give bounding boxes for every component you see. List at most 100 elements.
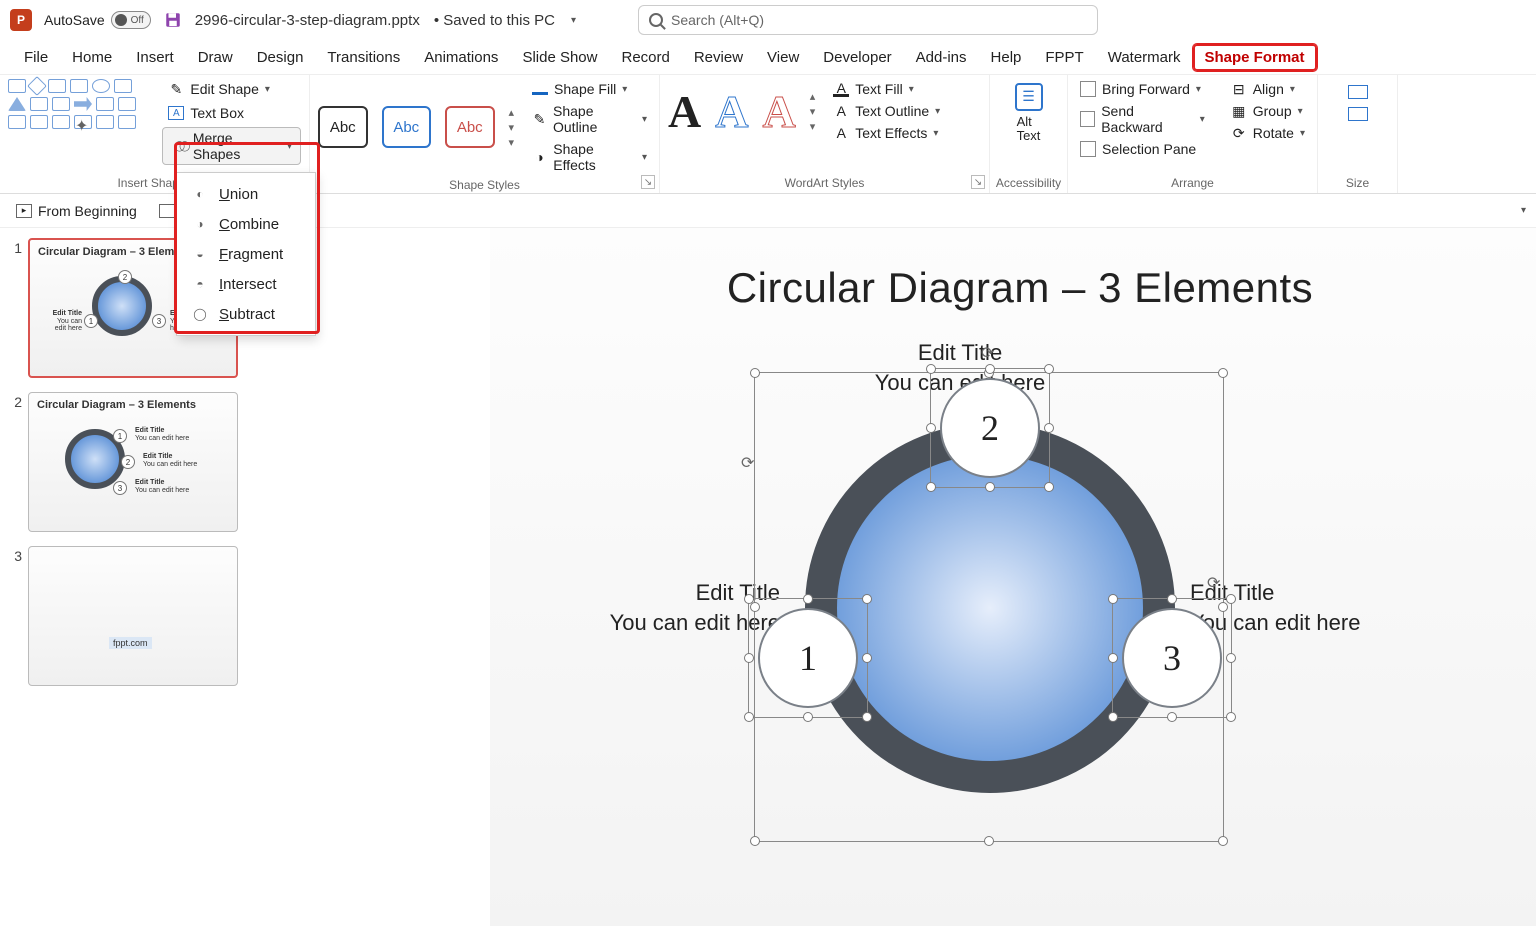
group-button[interactable]: ▦Group▾	[1227, 101, 1309, 121]
style-swatch-blue[interactable]: Abc	[382, 106, 432, 148]
selection-box-node1[interactable]	[748, 598, 868, 718]
tab-transitions[interactable]: Transitions	[315, 44, 412, 71]
bring-forward-button[interactable]: Bring Forward▾	[1076, 79, 1209, 99]
group-size: Size	[1318, 75, 1398, 193]
tab-home[interactable]: Home	[60, 44, 124, 71]
merge-shapes-icon	[171, 138, 186, 154]
merge-subtract[interactable]: ◯Subtract	[177, 299, 315, 329]
send-backward-button[interactable]: Send Backward▾	[1076, 101, 1209, 137]
tab-draw[interactable]: Draw	[186, 44, 245, 71]
edit-shape-button[interactable]: ✎ Edit Shape ▾	[162, 79, 301, 99]
wordart-A-blue[interactable]: A	[715, 85, 748, 138]
shape-outline-button[interactable]: ✎Shape Outline▾	[528, 101, 651, 137]
wordart-A-red[interactable]: A	[762, 85, 795, 138]
thumbnail-slide-3[interactable]: fppt.com	[28, 546, 238, 686]
merge-union[interactable]: ◐Union	[177, 179, 315, 209]
rotate-handle-icon[interactable]: ⟳	[981, 343, 999, 361]
text-outline-icon: A	[833, 103, 849, 119]
gallery-more-icon[interactable]: ▾	[509, 136, 515, 149]
slide-zoom-icon	[159, 204, 175, 218]
group-icon: ▦	[1231, 103, 1247, 119]
height-icon[interactable]	[1348, 85, 1368, 99]
autosave-toggle[interactable]: AutoSave Off	[44, 11, 151, 29]
intersect-icon: ◓	[191, 275, 209, 293]
slide-canvas[interactable]: Circular Diagram – 3 Elements Edit Title…	[260, 228, 1536, 926]
tab-record[interactable]: Record	[609, 44, 681, 71]
tab-developer[interactable]: Developer	[811, 44, 903, 71]
style-swatch-black[interactable]: Abc	[318, 106, 368, 148]
rotate-button[interactable]: ⟳Rotate▾	[1227, 123, 1309, 143]
group-label-arrange: Arrange	[1076, 173, 1309, 191]
fragment-icon: ◒	[191, 245, 209, 263]
diagram-group[interactable]: 1 2 3 ⟳ ⟳	[780, 398, 1200, 818]
search-input[interactable]: Search (Alt+Q)	[638, 5, 1098, 35]
file-status: • Saved to this PC	[434, 12, 555, 29]
gallery-down-icon[interactable]: ▾	[509, 121, 515, 134]
tab-watermark[interactable]: Watermark	[1096, 44, 1193, 71]
text-box-icon: A	[168, 106, 184, 120]
alt-text-button[interactable]: ☰ Alt Text	[1009, 79, 1049, 148]
ribbon-tabs: File Home Insert Draw Design Transitions…	[0, 40, 1536, 74]
text-box-button[interactable]: A Text Box	[162, 103, 301, 123]
merge-shapes-button[interactable]: Merge Shapes ▾	[162, 127, 301, 165]
merge-fragment[interactable]: ◒Fragment	[177, 239, 315, 269]
style-swatch-red[interactable]: Abc	[445, 106, 495, 148]
merge-combine[interactable]: ◑Combine	[177, 209, 315, 239]
selection-box-node3[interactable]: ⟳	[1112, 598, 1232, 718]
tab-help[interactable]: Help	[979, 44, 1034, 71]
group-label-wordart: WordArt Styles	[668, 173, 981, 191]
wordart-A-black[interactable]: A	[668, 85, 701, 138]
wordart-more-icon[interactable]: ▾	[810, 120, 816, 133]
tab-slide-show[interactable]: Slide Show	[510, 44, 609, 71]
slide[interactable]: Circular Diagram – 3 Elements Edit Title…	[490, 228, 1536, 926]
group-label-shape-styles: Shape Styles	[318, 175, 651, 193]
gallery-up-icon[interactable]: ▴	[509, 106, 515, 119]
tab-view[interactable]: View	[755, 44, 811, 71]
tab-review[interactable]: Review	[682, 44, 755, 71]
app-icon: P	[10, 9, 32, 31]
selection-box-node2[interactable]: ⟳	[930, 368, 1050, 488]
tab-fppt[interactable]: FPPT	[1033, 44, 1095, 71]
save-icon[interactable]	[163, 10, 183, 30]
shape-fill-button[interactable]: Shape Fill▾	[528, 79, 651, 99]
pen-icon: ✎	[532, 111, 547, 127]
align-button[interactable]: ⊟Align▾	[1227, 79, 1309, 99]
rotate-icon: ⟳	[1231, 125, 1247, 141]
thumb-number: 2	[8, 392, 22, 532]
file-title[interactable]: 2996-circular-3-step-diagram.pptx	[195, 12, 420, 29]
chevron-down-icon[interactable]: ▾	[571, 15, 576, 26]
width-icon[interactable]	[1348, 107, 1368, 121]
thumbnail-slide-2[interactable]: Circular Diagram – 3 Elements 1 2 3 Edit…	[28, 392, 238, 532]
rotate-handle-icon[interactable]: ⟳	[1207, 573, 1225, 591]
autosave-label: AutoSave	[44, 12, 105, 28]
union-icon: ◐	[191, 185, 209, 203]
combine-icon: ◑	[191, 215, 209, 233]
tab-animations[interactable]: Animations	[412, 44, 510, 71]
text-effects-button[interactable]: AText Effects▾	[829, 123, 944, 143]
wordart-up-icon[interactable]: ▴	[810, 90, 816, 103]
tab-shape-format[interactable]: Shape Format	[1193, 44, 1317, 71]
wordart-down-icon[interactable]: ▾	[810, 105, 816, 118]
collapse-ribbon-icon[interactable]: ▾	[1521, 205, 1526, 216]
play-icon: ▸	[16, 204, 32, 218]
wordart-launcher[interactable]: ↘	[971, 175, 985, 189]
thumb-number: 3	[8, 546, 22, 686]
text-outline-button[interactable]: AText Outline▾	[829, 101, 944, 121]
shape-effects-button[interactable]: ◑Shape Effects▾	[528, 139, 651, 175]
tab-file[interactable]: File	[12, 44, 60, 71]
tab-addins[interactable]: Add-ins	[904, 44, 979, 71]
rotate-handle-icon[interactable]: ⟳	[741, 453, 759, 471]
merge-intersect[interactable]: ◓Intersect	[177, 269, 315, 299]
slide-title[interactable]: Circular Diagram – 3 Elements	[490, 264, 1536, 312]
group-arrange: Bring Forward▾ Send Backward▾ Selection …	[1068, 75, 1318, 193]
shape-styles-launcher[interactable]: ↘	[641, 175, 655, 189]
from-beginning-button[interactable]: ▸ From Beginning	[10, 201, 143, 221]
label-left[interactable]: Edit Title You can edit here	[520, 578, 780, 637]
tab-insert[interactable]: Insert	[124, 44, 186, 71]
text-fill-button[interactable]: AText Fill▾	[829, 79, 944, 99]
selection-pane-button[interactable]: Selection Pane	[1076, 139, 1209, 159]
shape-gallery[interactable]	[8, 79, 154, 93]
toggle-icon[interactable]: Off	[111, 11, 151, 29]
tab-design[interactable]: Design	[245, 44, 316, 71]
search-icon	[649, 13, 663, 27]
